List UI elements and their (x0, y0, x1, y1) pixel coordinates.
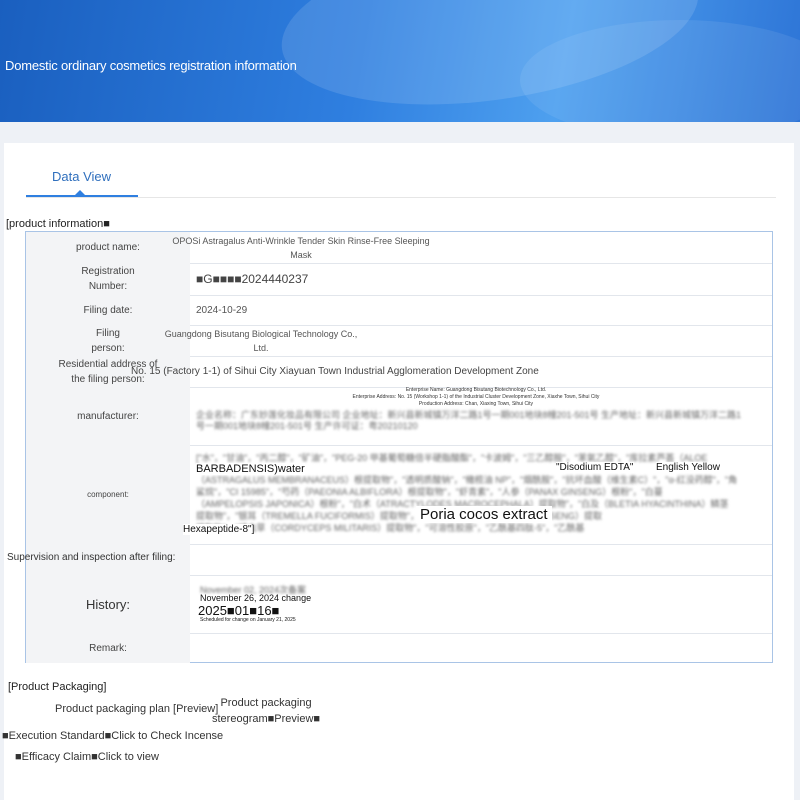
history-entry: November 26, 2024 change (200, 593, 312, 603)
remark-value (196, 633, 772, 663)
address-value: No. 15 (Factory 1-1) of Sihui City Xiayu… (131, 366, 539, 377)
row-label: Filing date: (26, 295, 190, 325)
supervision-label: Supervision and inspection after filing: (7, 552, 176, 563)
registration-number-value: ■G■■■■2024440237 (196, 272, 309, 286)
component-value: ["水"，"甘油"，"丙二醇"，"矿油"，"PEG-20 甲基葡萄糖倍半硬脂酸酯… (196, 445, 772, 544)
table-row-address: Residential address of the filing person… (26, 356, 772, 388)
page-title: Domestic ordinary cosmetics registration… (5, 58, 297, 73)
tab-data-view[interactable]: Data View (52, 169, 111, 184)
row-label: Remark: (26, 633, 190, 663)
filing-date-value: 2024-10-29 (196, 304, 248, 316)
label-line: Number: (88, 281, 128, 292)
row-label: component: (26, 445, 190, 544)
table-row-registration: Registration Number: ■G■■■■2024440237 (26, 263, 772, 296)
component-ingredient: English Yellow (656, 462, 720, 473)
table-row-remark: Remark: (26, 633, 772, 663)
stereogram-label-line: Product packaging (220, 697, 312, 709)
filing-person-line1: Guangdong Bisutang Biological Technology… (164, 328, 358, 339)
table-row-filing-person: Filing person: Guangdong Bisutang Biolog… (26, 325, 772, 357)
table-row-product-name: product name: OPOSi Astragalus Anti-Wrin… (26, 232, 772, 264)
row-label: History: (26, 575, 190, 633)
manufacturer-value: Enterprise Name: Guangdong Bisutang Biot… (196, 387, 772, 445)
manufacturer-en-line: Enterprise Name: Guangdong Bisutang Biot… (405, 387, 547, 393)
manufacturer-cn-line: 企业名称：广东妙莲化妆品有限公司 企业地址：新兴县新城镇万洋二路1号一期001地… (196, 410, 742, 420)
component-cn-line: （ASTRAGALUS MEMBRANACEUS）根提取物"，"透明质酸钠"，"… (196, 475, 738, 485)
table-row-manufacturer: manufacturer: Enterprise Name: Guangdong… (26, 387, 772, 446)
row-label: Registration Number: (26, 263, 190, 295)
label-line: person: (91, 342, 125, 354)
content-card: Data View [product information■ product … (2, 143, 794, 800)
product-name-line2: Mask (290, 249, 312, 260)
product-info-table: product name: OPOSi Astragalus Anti-Wrin… (7, 231, 773, 663)
packaging-stereogram-preview-link[interactable]: Product packaging stereogram■Preview■ (212, 695, 320, 727)
section-product-information: [product information■ (6, 218, 110, 230)
stereogram-label-line: stereogram■Preview■ (212, 713, 321, 725)
table-row-history: History: November 02, 2024次备案 November 2… (26, 575, 772, 634)
label-line: Filing (96, 327, 120, 339)
table-row-filing-date: Filing date: 2024-10-29 (26, 295, 772, 326)
product-name-value: OPOSi Astragalus Anti-Wrinkle Tender Ski… (126, 232, 476, 263)
component-ingredient: BARBADENSIS)water (196, 463, 305, 475)
component-ingredient: Hexapeptide-8"] (183, 524, 255, 535)
manufacturer-cn-line: 号一期001地块8幢201-501号 生产许可证：粤20210120 (196, 421, 418, 431)
manufacturer-en-line: Production Address: Chan, Xiaxing Town, … (418, 401, 534, 407)
product-name-line1: OPOSi Astragalus Anti-Wrinkle Tender Ski… (172, 235, 430, 246)
filing-person-line2: Ltd. (253, 342, 269, 353)
section-product-packaging: [Product Packaging] (8, 681, 107, 693)
packaging-plan-preview-link[interactable]: Product packaging plan [Preview] (55, 703, 218, 715)
component-cn-line: 鲨烷"，"CI 15985"，"芍药（PAEONIA ALBIFLORA）根提取… (196, 487, 663, 497)
execution-standard-link[interactable]: ■Execution Standard■Click to Check Incen… (2, 730, 223, 742)
history-value: November 02, 2024次备案 November 26, 2024 c… (196, 575, 772, 633)
filing-person-value: Guangdong Bisutang Biological Technology… (126, 325, 396, 356)
row-label: manufacturer: (26, 387, 190, 445)
table-row-supervision: Supervision and inspection after filing: (7, 544, 772, 576)
component-ingredient: Poria cocos extract (416, 506, 552, 523)
manufacturer-en-line: Enterprise Address: No. 15 (Workshop 1-1… (352, 394, 600, 400)
tab-divider (26, 197, 776, 198)
component-ingredient: "Disodium EDTA" (556, 462, 634, 473)
history-entry: Scheduled for change on January 21, 2025 (200, 617, 296, 623)
header-banner: Domestic ordinary cosmetics registration… (0, 0, 800, 122)
table-row-component: component: ["水"，"甘油"，"丙二醇"，"矿油"，"PEG-20 … (26, 445, 772, 545)
component-cn-line: 提取物"，"蛹虫草（CORDYCEPS MILITARIS）提取物"，"可溶性胶… (196, 523, 585, 533)
efficacy-claim-link[interactable]: ■Efficacy Claim■Click to view (15, 751, 159, 763)
history-entry: 2025■01■16■ (198, 603, 280, 618)
label-line: Registration (81, 266, 135, 277)
